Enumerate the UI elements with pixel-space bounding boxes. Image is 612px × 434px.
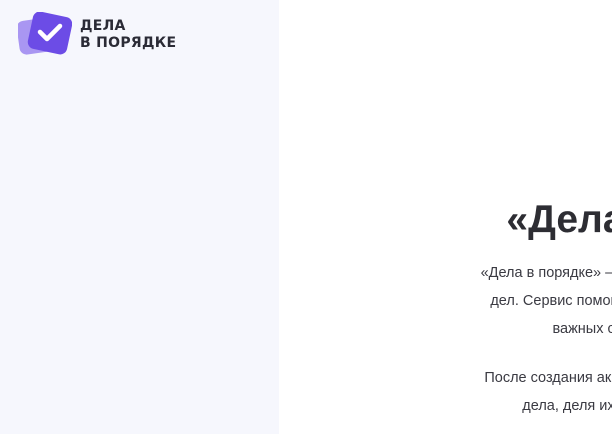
logo-mark-icon: [16, 11, 73, 58]
logo-line-2: В ПОРЯДКЕ: [80, 35, 177, 51]
page-title: «Дела в по: [506, 198, 612, 241]
logo-line-1: ДЕЛА: [80, 18, 126, 34]
intro-paragraph-1: «Дела в порядке» — это веб приложен дел.…: [279, 259, 612, 343]
intro-paragraph-2-line-2: дела, деля их по проектам: [522, 398, 612, 414]
intro-paragraph-2-line-1: После создания аккаунта, пользовате: [484, 370, 612, 386]
intro-paragraph-1-line-3: важных событиях: [552, 321, 612, 337]
sidebar: ДЕЛА В ПОРЯДКЕ: [0, 0, 279, 434]
intro-paragraph-2: После создания аккаунта, пользовате дела…: [279, 364, 612, 420]
app-page: ДЕЛА В ПОРЯДКЕ «Дела в по «Дела в порядк…: [0, 0, 612, 434]
logo-text: ДЕЛА В ПОРЯДКЕ: [80, 18, 176, 52]
logo-link[interactable]: ДЕЛА В ПОРЯДКЕ: [16, 11, 176, 58]
intro-paragraph-1-line-1: «Дела в порядке» — это веб приложен: [480, 265, 612, 281]
main-content: «Дела в по «Дела в порядке» — это веб пр…: [279, 0, 612, 434]
intro-paragraph-1-line-2: дел. Сервис помогает пользователя: [490, 293, 612, 309]
